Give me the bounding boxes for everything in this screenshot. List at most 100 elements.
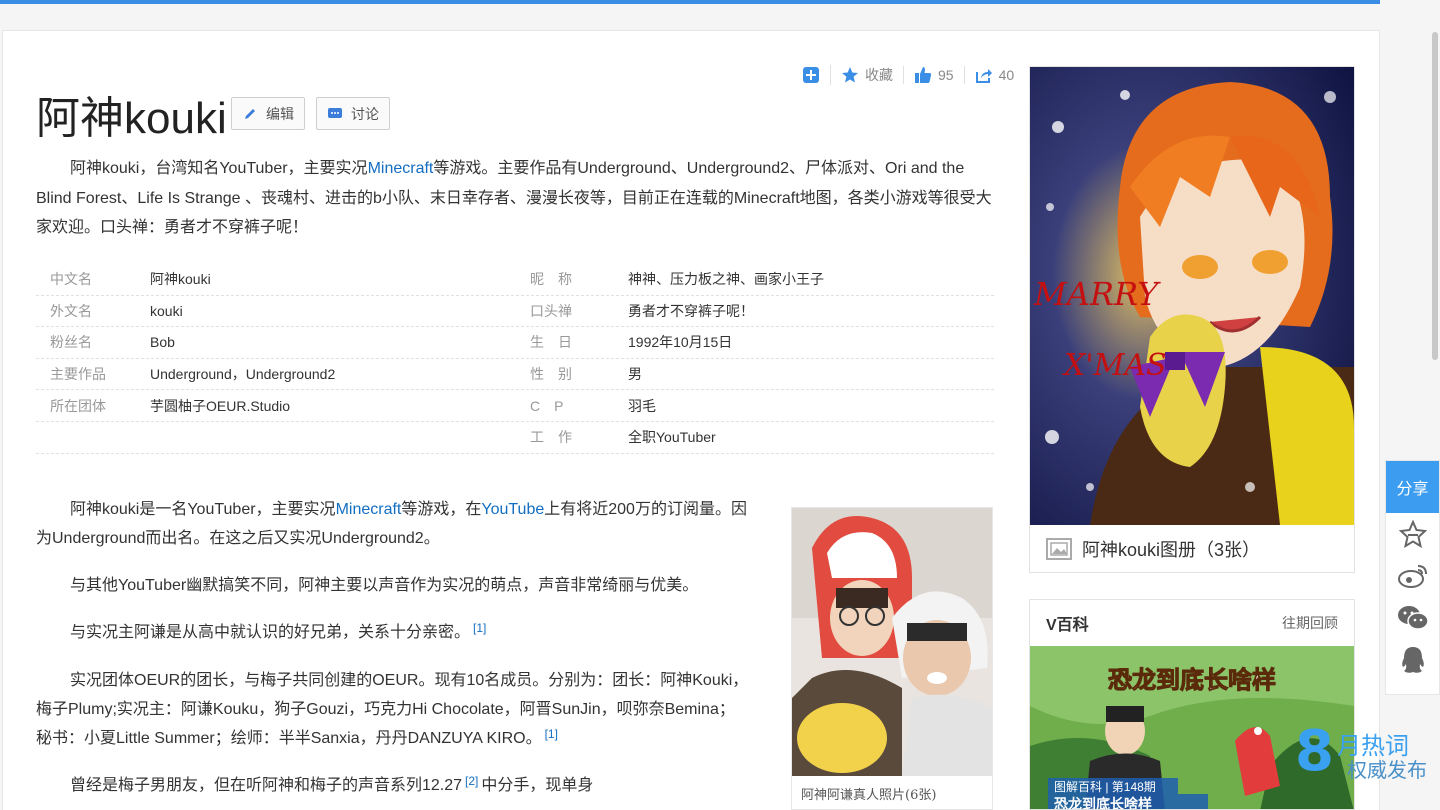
watermark-line-2: 权威发布	[1347, 758, 1427, 782]
info-key: 性 别	[530, 366, 572, 383]
link-minecraft[interactable]: Minecraft	[368, 160, 434, 177]
plus-square-icon	[803, 67, 819, 83]
paragraph-text: 与实况主阿谦是从高中就认识的好兄弟，关系十分亲密。	[70, 624, 471, 641]
photo-caption: 阿神阿谦真人照片(6张)	[801, 788, 937, 803]
info-key: 口头禅	[530, 302, 572, 319]
info-key: 主要作品	[50, 366, 106, 383]
info-value: 全职YouTuber	[628, 429, 716, 446]
info-key: 粉丝名	[50, 334, 92, 351]
vbaike-banner-subtitle: 图解百科 | 第148期	[1054, 780, 1156, 794]
link-minecraft[interactable]: Minecraft	[336, 501, 402, 518]
qq-icon	[1401, 647, 1424, 673]
discuss-button[interactable]: 讨论	[316, 97, 390, 130]
cover-text-xmas: X'MAS	[1062, 348, 1167, 383]
basic-info-table: 中文名 阿神kouki 昵 称 神神、压力板之神、画家小王子 外文名 kouki…	[36, 264, 994, 454]
info-value: 阿神kouki	[150, 271, 211, 288]
photo-image	[792, 508, 992, 776]
intro-summary: 阿神kouki，台湾知名YouTuber，主要实况Minecraft等游戏。主要…	[36, 154, 996, 243]
cover-text-marry: MARRY	[1033, 275, 1161, 313]
favorite-button[interactable]: 收藏	[830, 65, 903, 85]
vbaike-more-link[interactable]: 往期回顾	[1282, 613, 1338, 633]
page-title: 阿神kouki	[36, 94, 227, 143]
favorite-label: 收藏	[865, 67, 893, 83]
wechat-share-button[interactable]	[1386, 597, 1439, 639]
star-icon	[842, 67, 858, 83]
edit-label: 编辑	[266, 105, 294, 122]
info-row: 外文名 kouki 口头禅 勇者才不穿裤子呢！	[36, 296, 994, 328]
info-value: 勇者才不穿裤子呢！	[628, 302, 754, 319]
link-youtube[interactable]: YouTube	[481, 501, 544, 518]
info-row: 中文名 阿神kouki 昵 称 神神、压力板之神、画家小王子	[36, 264, 994, 296]
edit-button[interactable]: 编辑	[231, 97, 305, 130]
paragraph-text: 阿神kouki是一名YouTuber，主要实况	[70, 501, 336, 518]
info-key: 中文名	[50, 271, 92, 288]
info-value: 羽毛	[628, 397, 656, 414]
thumbs-up-icon	[915, 67, 932, 83]
paragraph-continued: 秘书：小夏Little Summer；绘师：半半Sanxia，丹丹DANZUYA…	[36, 724, 796, 753]
info-value: 神神、压力板之神、画家小王子	[628, 271, 824, 288]
album-label: 阿神kouki图册（3张）	[1082, 540, 1261, 560]
scrollbar[interactable]	[1432, 32, 1438, 360]
info-value: Bob	[150, 334, 175, 351]
photo-thumbnail[interactable]: 阿神阿谦真人照片(6张)	[791, 507, 993, 810]
paragraph-continued: 为Underground而出名。在这之后又实况Underground2。	[36, 530, 440, 547]
info-value: 1992年10月15日	[628, 334, 733, 351]
share-icon	[975, 69, 992, 83]
wechat-icon	[1397, 606, 1429, 630]
info-value: 芋圆柚子OEUR.Studio	[150, 397, 291, 414]
info-key: 外文名	[50, 302, 92, 319]
info-key: C P	[530, 397, 564, 414]
pencil-icon	[242, 106, 258, 122]
info-key: 所在团体	[50, 397, 106, 414]
action-bar: 收藏 95 40	[802, 64, 1024, 86]
citation-link[interactable]: [1]	[473, 621, 486, 635]
vbaike-title: V百科	[1046, 617, 1089, 634]
info-key: 工 作	[530, 429, 572, 446]
info-value: kouki	[150, 302, 183, 319]
vbaike-header: V百科 往期回顾	[1030, 600, 1354, 646]
paragraph-text: 等游戏，在	[401, 501, 482, 518]
info-key: 生 日	[530, 334, 572, 351]
paragraph: 与其他YouTuber幽默搞笑不同，阿神主要以声音作为实况的萌点，声音非常绮丽与…	[70, 577, 699, 594]
vbaike-banner-subtitle-2: 恐龙到底长啥样	[1054, 796, 1152, 810]
weibo-icon	[1397, 565, 1427, 588]
paragraph-continued: 梅子Plumy;实况主：阿谦Kouku，狗子Gouzi，巧克力Hi Chocol…	[36, 701, 735, 718]
like-button[interactable]: 95	[903, 66, 964, 84]
paragraph: 实况团体OEUR的团长，与梅子共同创建的OEUR。现有10名成员。分别为：团长：…	[70, 672, 749, 689]
share-button[interactable]: 40	[963, 66, 1025, 84]
watermark-number: 8	[1295, 719, 1334, 784]
share-count: 40	[998, 67, 1015, 83]
citation-link[interactable]: [2]	[465, 774, 478, 788]
star-outline-icon	[1398, 520, 1427, 548]
share-rail: 分享	[1385, 460, 1440, 695]
paragraph: 曾经是梅子男朋友，但在听阿神和梅子的声音系列12.27 [2] 中分手，现单身	[36, 771, 796, 800]
citation-link[interactable]: [1]	[545, 727, 558, 741]
favorite-rail-button[interactable]	[1386, 513, 1439, 555]
chat-icon	[327, 106, 343, 122]
info-key: 昵 称	[530, 271, 572, 288]
share-rail-header[interactable]: 分享	[1386, 461, 1439, 513]
gallery-icon	[1046, 538, 1072, 560]
weibo-share-button[interactable]	[1386, 555, 1439, 597]
info-row: 粉丝名 Bob 生 日 1992年10月15日	[36, 327, 994, 359]
info-row: 主要作品 Underground，Underground2 性 别 男	[36, 359, 994, 391]
paragraph-text: 中分手，现单身	[481, 777, 594, 794]
paragraph: 阿神kouki是一名YouTuber，主要实况Minecraft等游戏，在You…	[36, 495, 796, 524]
info-row: 所在团体 芋圆柚子OEUR.Studio C P 羽毛	[36, 390, 994, 422]
album-link[interactable]: 阿神kouki图册（3张）	[1030, 525, 1354, 573]
cover-image-card[interactable]: MARRY X'MAS 阿神kouki图册（3张）	[1029, 66, 1355, 573]
cover-illustration: MARRY X'MAS	[1030, 67, 1354, 525]
add-button[interactable]	[802, 66, 830, 84]
qq-share-button[interactable]	[1386, 639, 1439, 681]
vbaike-banner-title: 恐龙到底长啥样	[1108, 666, 1277, 695]
like-count: 95	[938, 67, 954, 83]
paragraph: 与实况主阿谦是从高中就认识的好兄弟，关系十分亲密。 [1]	[36, 618, 796, 647]
intro-text: 阿神kouki，台湾知名YouTuber，主要实况	[70, 160, 368, 177]
paragraph-text: 上有将近200万的订阅量。因	[544, 501, 747, 518]
info-value: Underground，Underground2	[150, 366, 336, 383]
paragraph-text: 曾经是梅子男朋友，但在听阿神和梅子的声音系列12.27	[70, 777, 463, 794]
info-value: 男	[628, 366, 642, 383]
info-row: 工 作 全职YouTuber	[36, 422, 994, 454]
paragraph-text: 秘书：小夏Little Summer；绘师：半半Sanxia，丹丹DANZUYA…	[36, 730, 542, 747]
top-accent-bar	[0, 0, 1380, 4]
